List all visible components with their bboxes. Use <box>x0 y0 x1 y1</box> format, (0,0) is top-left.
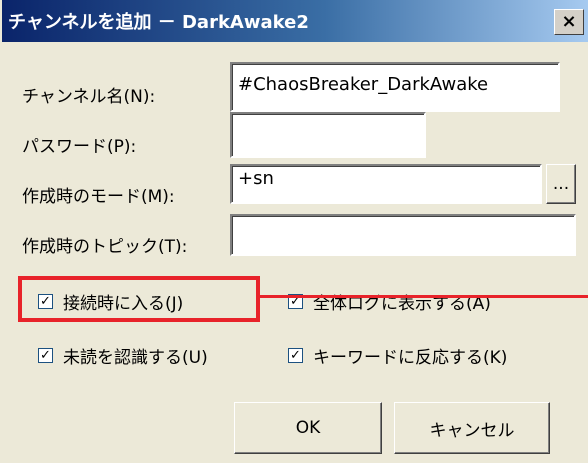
channel-name-label: チャンネル名(N): <box>22 87 156 107</box>
title-bar: チャンネルを追加 － DarkAwake2 × <box>2 0 588 42</box>
react-to-keywords-checkbox[interactable]: ✓ キーワードに反応する(K) <box>288 343 507 368</box>
cancel-button-label: キャンセル <box>429 420 515 441</box>
ellipsis-icon: ... <box>552 174 570 194</box>
create-mode-input[interactable]: +sn <box>230 164 542 204</box>
show-in-global-log-label: 全体ログに表示する(A) <box>313 294 491 314</box>
react-to-keywords-label: キーワードに反応する(K) <box>313 348 508 368</box>
close-button[interactable]: × <box>554 9 584 35</box>
close-icon: × <box>561 11 577 32</box>
password-input[interactable] <box>230 112 426 158</box>
ok-button[interactable]: OK <box>234 402 382 454</box>
annotation-highlight-box <box>18 276 260 322</box>
create-topic-input[interactable] <box>230 214 576 256</box>
checkbox-checked-icon: ✓ <box>38 348 53 363</box>
channel-name-input[interactable]: #ChaosBreaker_DarkAwake <box>230 62 560 112</box>
show-in-global-log-checkbox[interactable]: ✓ 全体ログに表示する(A) <box>288 289 491 314</box>
track-unread-checkbox[interactable]: ✓ 未読を認識する(U) <box>38 343 208 368</box>
ok-button-label: OK <box>295 418 321 438</box>
mode-browse-button[interactable]: ... <box>546 164 576 204</box>
create-mode-label: 作成時のモード(M): <box>22 187 175 207</box>
create-topic-label: 作成時のトピック(T): <box>22 237 188 257</box>
password-label: パスワード(P): <box>22 137 137 157</box>
annotation-line <box>260 295 588 298</box>
add-channel-dialog: チャンネルを追加 － DarkAwake2 × チャンネル名(N): #Chao… <box>0 0 588 463</box>
window-title: チャンネルを追加 － DarkAwake2 <box>8 12 309 33</box>
cancel-button[interactable]: キャンセル <box>394 402 550 454</box>
checkbox-checked-icon: ✓ <box>288 348 303 363</box>
track-unread-label: 未読を認識する(U) <box>63 348 208 368</box>
